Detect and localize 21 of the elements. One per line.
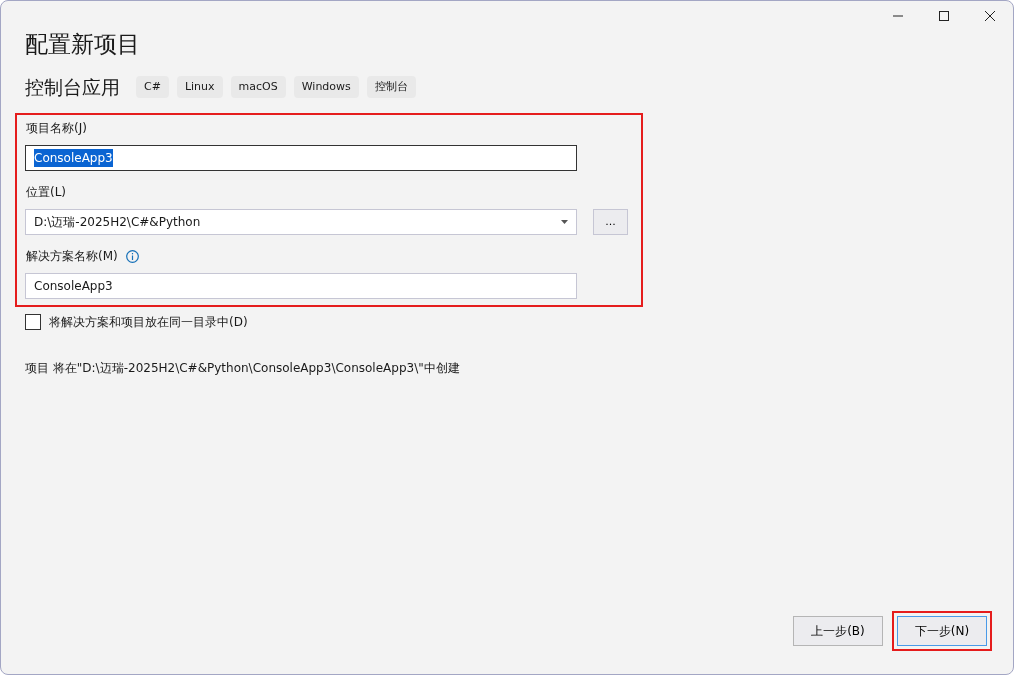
- dropdown-caret-icon[interactable]: [561, 220, 568, 225]
- tag: macOS: [230, 75, 286, 99]
- dialog-title: 配置新项目: [24, 30, 140, 59]
- browse-button[interactable]: ...: [593, 209, 628, 236]
- input-field[interactable]: ConsoleApp3: [25, 273, 577, 300]
- location-dropdown[interactable]: D:\迈瑞-2025H2\C#&Python: [25, 209, 577, 236]
- input-field[interactable]: ConsoleApp3: [25, 145, 577, 172]
- field-label: 解决方案名称(M): [26, 248, 118, 266]
- checkbox[interactable]: [25, 314, 41, 331]
- back-button[interactable]: 上一步(B): [793, 616, 883, 646]
- checkbox-label: 将解决方案和项目放在同一目录中(D): [49, 314, 248, 332]
- field-label: 位置(L): [26, 184, 67, 202]
- tag: Windows: [293, 75, 359, 99]
- tag: C#: [136, 75, 169, 99]
- tag: Linux: [176, 75, 223, 99]
- info-icon[interactable]: [125, 249, 139, 263]
- next-button[interactable]: 下一步(N): [897, 616, 987, 646]
- tag: 控制台: [366, 75, 416, 99]
- field-label: 项目名称(J): [26, 120, 87, 138]
- template-name: 控制台应用: [25, 74, 120, 100]
- path-note: 项目 将在"D:\迈瑞-2025H2\C#&Python\ConsoleApp3\ConsoleApp3\"中创建: [24, 360, 460, 378]
